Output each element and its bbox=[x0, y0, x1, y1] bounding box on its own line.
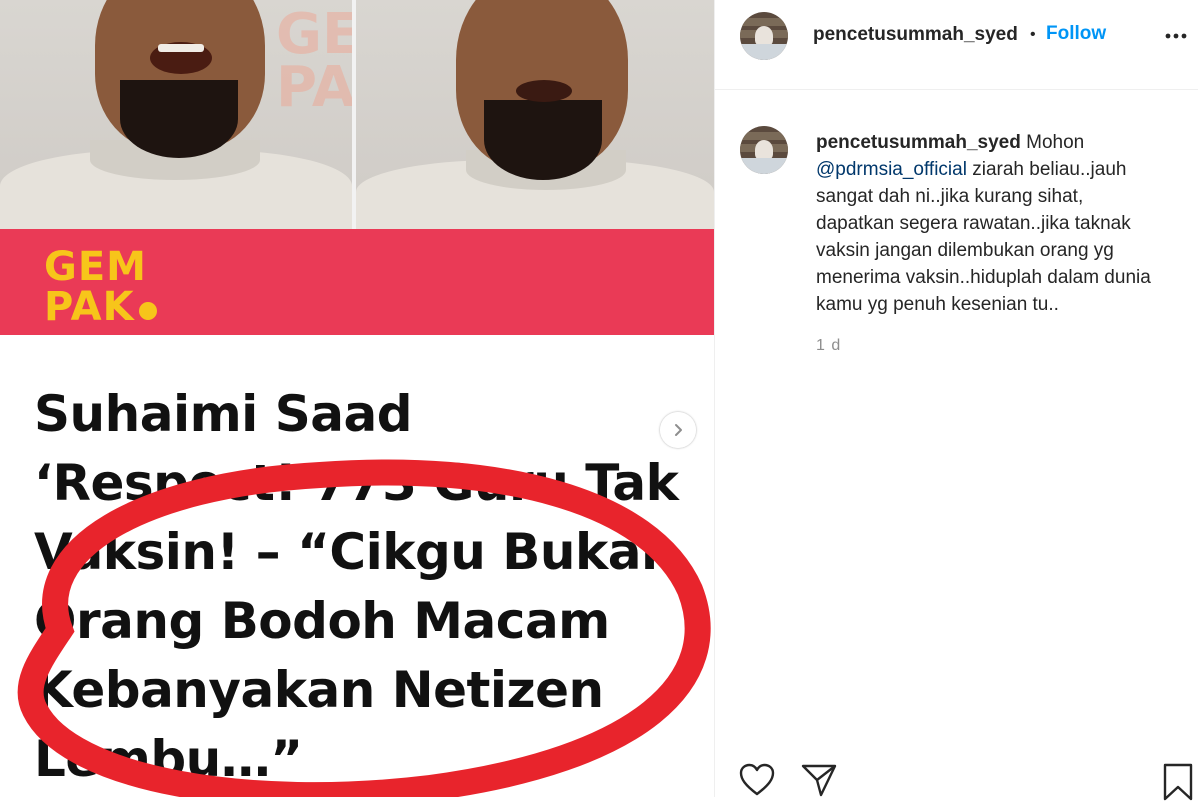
bookmark-icon bbox=[1163, 763, 1193, 801]
logo-dot-icon bbox=[138, 302, 157, 320]
share-button[interactable] bbox=[801, 763, 837, 799]
more-horizontal-icon bbox=[1165, 33, 1187, 39]
headline-line: Kebanyakan Netizen bbox=[34, 661, 604, 719]
save-button[interactable] bbox=[1161, 763, 1197, 801]
comment-avatar[interactable] bbox=[740, 126, 788, 174]
follow-button[interactable]: Follow bbox=[1046, 23, 1106, 45]
paper-plane-icon bbox=[801, 764, 837, 797]
mention-link[interactable]: @pdrmsia_official bbox=[816, 159, 967, 180]
video-still-left: GEMPAK bbox=[0, 0, 352, 229]
caption-text: Mohon bbox=[1026, 132, 1085, 153]
headline-line: ‘Respect! 773 Guru Tak bbox=[34, 454, 679, 512]
heart-icon bbox=[739, 763, 775, 796]
post-image[interactable]: GEMPAK GEM PAK Suhaimi Saad ‘Respect! 77… bbox=[0, 0, 714, 797]
headline: Suhaimi Saad ‘Respect! 773 Guru Tak Vaks… bbox=[34, 380, 704, 794]
next-image-button[interactable] bbox=[660, 412, 696, 448]
separator-dot: • bbox=[1030, 26, 1036, 43]
post-caption: pencetusummah_syed Mohon @pdrmsia_offici… bbox=[816, 129, 1166, 318]
more-options-button[interactable] bbox=[1163, 26, 1189, 46]
post-header: pencetusummah_syed • Follow bbox=[715, 0, 1198, 90]
headline-line: Suhaimi Saad bbox=[34, 385, 413, 443]
avatar[interactable] bbox=[740, 12, 788, 60]
headline-line: Orang Bodoh Macam bbox=[34, 592, 610, 650]
caption-username[interactable]: pencetusummah_syed bbox=[816, 132, 1021, 153]
headline-line: Vaksin! – “Cikgu Bukan bbox=[34, 523, 677, 581]
post-details-panel: pencetusummah_syed • Follow pencetusumma… bbox=[714, 0, 1198, 801]
brand-logo: GEM PAK bbox=[44, 247, 174, 327]
watermark-logo: GEMPAK bbox=[276, 2, 352, 121]
like-button[interactable] bbox=[739, 763, 775, 799]
chevron-right-icon bbox=[675, 424, 682, 436]
caption-text: ziarah beliau..jauh sangat dah ni..jika … bbox=[816, 159, 1151, 315]
headline-line: Lembu…” bbox=[34, 730, 303, 788]
post-timestamp[interactable]: 1 d bbox=[816, 337, 841, 355]
header-username[interactable]: pencetusummah_syed bbox=[813, 24, 1018, 46]
action-bar bbox=[715, 755, 1198, 801]
video-still-right bbox=[356, 0, 714, 229]
